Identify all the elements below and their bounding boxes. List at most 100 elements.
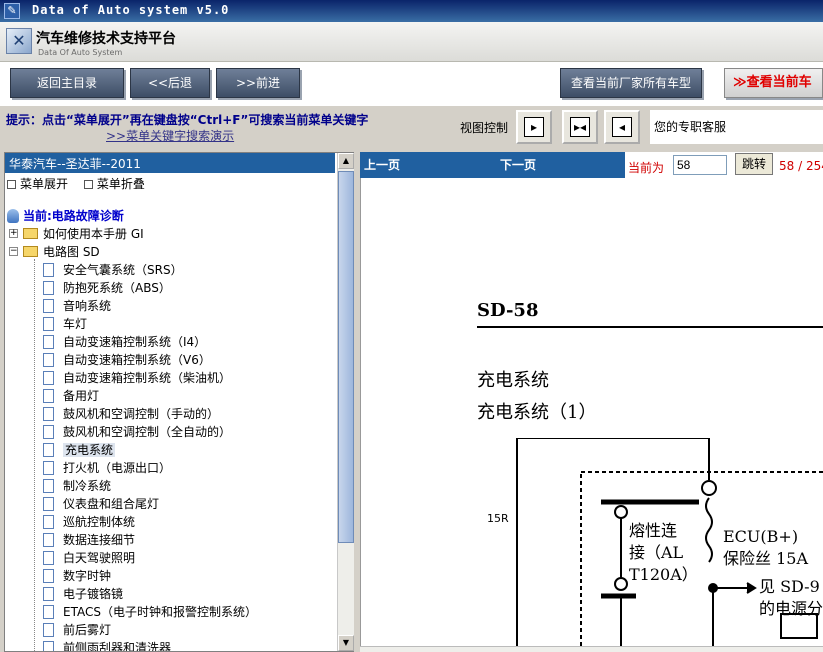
tree-item-label: 车灯 [63,317,88,331]
page-count: 58 / 254 [779,159,823,173]
search-hint: 提示：点击“菜单展开”再在键盘按“Ctrl+F”可搜索当前菜单关键字 [6,113,369,127]
tree-item-label: 自动变速箱控制系统（V6） [63,353,211,367]
document-icon [43,263,54,277]
next-page-link[interactable]: 下一页 [500,156,536,173]
system-title: 充电系统 [477,370,549,391]
tree-item[interactable]: 前后雾灯 [35,621,111,639]
tree-item-label: 前侧雨刮器和清洗器 [63,641,172,651]
tree-item-label: 打火机（电源出口） [63,461,172,475]
arrow-left-icon: ◂ [612,117,632,137]
tree-item[interactable]: 白天驾驶照明 [35,549,135,567]
tree-item[interactable]: 制冷系统 [35,477,111,495]
tree-item[interactable]: 防抱死系统（ABS） [35,279,171,297]
tree-item[interactable]: 备用灯 [35,387,99,405]
tree-item-label: 数据连接细节 [63,533,136,547]
document-icon [43,515,54,529]
tree-item[interactable]: ETACS（电子时钟和报警控制系统） [35,603,257,621]
document-icon [43,317,54,331]
collapse-node-icon[interactable]: − [9,247,18,256]
tree-item-label: 巡航控制体统 [63,515,136,529]
document-icon [43,479,54,493]
car-model-title: 华泰汽车--圣达菲--2011 [5,153,335,173]
fusible-label-1: 熔性连 [629,521,677,540]
tree-item[interactable]: 数据连接细节 [35,531,135,549]
collapse-icon [83,180,93,189]
jump-button[interactable]: 跳转 [735,153,773,175]
tree-item[interactable]: 打火机（电源出口） [35,459,171,477]
tree-item-label: 安全气囊系统（SRS） [63,263,183,277]
back-button[interactable]: <<后退 [130,68,210,98]
tree-item[interactable]: 充电系统 [35,441,116,459]
tree-item[interactable]: 前侧雨刮器和清洗器 [35,639,171,651]
home-button[interactable]: 返回主目录 [10,68,124,98]
tree-item[interactable]: 电子镀铬镜 [35,585,123,603]
tree-node-label: 如何使用本手册 GI [43,227,144,241]
tree-item-label: 仪表盘和组合尾灯 [63,497,160,511]
fusible-label-3: T120A） [629,565,698,584]
document-hscrollbar[interactable] [360,646,823,652]
scroll-up-icon[interactable]: ▲ [338,153,354,169]
app-title: 汽车维修技术支持平台 [36,31,176,47]
document-icon [43,497,54,511]
page-number-input[interactable] [673,155,727,175]
expand-menu-button[interactable]: 菜单展开 [7,177,74,191]
tree-item[interactable]: 音响系统 [35,297,111,315]
scroll-thumb[interactable] [338,171,354,543]
menu-scrollbar[interactable]: ▲ ▼ [337,153,354,651]
search-demo-link[interactable]: >>菜单关键字搜索演示 [106,127,234,144]
wiring-diagram: 15R 熔性连 接（AL T120A） ECU(B+) 保险丝 15A 见 SD… [487,438,823,652]
document-viewer: SD-58 充电系统 充电系统（1） 15R 熔性连 接（AL T120A） E… [360,178,823,652]
tree-item[interactable]: 巡航控制体统 [35,513,135,531]
tree-item-label: 前后雾灯 [63,623,112,637]
forward-button[interactable]: >>前进 [216,68,300,98]
expand-icon [7,180,16,189]
window-title: Data of Auto system v5.0 [32,3,230,17]
page-navigation: 上一页 下一页 当前为 跳转 58 / 254 [360,152,823,178]
document-icon [43,605,54,619]
scroll-down-icon[interactable]: ▼ [338,635,354,651]
tree-item[interactable]: 自动变速箱控制系统（V6） [35,351,211,369]
document-icon [43,407,54,421]
document-icon [43,623,54,637]
view-center-button[interactable]: ▸◂ [562,110,598,144]
tree-item-label: ETACS（电子时钟和报警控制系统） [63,605,257,619]
tree-item[interactable]: 数字时钟 [35,567,111,585]
tree-item-label: 制冷系统 [63,479,112,493]
tree-item[interactable]: 仪表盘和组合尾灯 [35,495,159,513]
collapse-menu-button[interactable]: 菜单折叠 [83,177,151,191]
page-jump-box: 当前为 跳转 58 / 254 [625,152,823,178]
fuse-label: 保险丝 15A [723,549,808,568]
tree-node-circuit[interactable]: − 电路图 SD [7,243,100,261]
document-icon [43,569,54,583]
power-label: 的电源分 [759,599,823,618]
app-subtitle: Data Of Auto System [38,48,123,57]
menu-panel: 华泰汽车--圣达菲--2011 菜单展开 菜单折叠 当前:电路故障诊断 + 如何使用… [4,152,354,652]
document-icon [43,281,54,295]
tree-item[interactable]: 鼓风机和空调控制（手动的） [35,405,219,423]
current-model-button[interactable]: ≫查看当前车 [724,68,823,98]
document-icon [43,443,54,457]
fuse-symbol [705,497,818,652]
all-models-button[interactable]: 查看当前厂家所有车型 [560,68,702,98]
expand-node-icon[interactable]: + [9,229,18,238]
document-icon [43,371,54,385]
menu-controls: 菜单展开 菜单折叠 [7,175,157,192]
tree-node-manual[interactable]: + 如何使用本手册 GI [7,225,144,243]
folder-icon [23,246,38,257]
split-arrows-icon: ▸◂ [570,117,590,137]
see-label: 见 SD-9 [759,577,820,596]
prev-page-link[interactable]: 上一页 [364,156,400,173]
tree-item[interactable]: 自动变速箱控制系统（柴油机） [35,369,231,387]
document-icon [43,335,54,349]
ecu-label: ECU(B+) [723,527,798,546]
tree-item[interactable]: 安全气囊系统（SRS） [35,261,183,279]
hint-bar: 提示：点击“菜单展开”再在键盘按“Ctrl+F”可搜索当前菜单关键字 >>菜单关… [0,106,823,148]
view-right-button[interactable]: ▸ [516,110,552,144]
tree-item[interactable]: 车灯 [35,315,87,333]
fuse-ref-label: 15R [487,512,509,525]
app-icon: ✎ [4,3,20,19]
tree-item[interactable]: 鼓风机和空调控制（全自动的） [35,423,231,441]
tree-item[interactable]: 自动变速箱控制系统（I4） [35,333,206,351]
view-left-button[interactable]: ◂ [604,110,640,144]
document-icon [43,425,54,439]
